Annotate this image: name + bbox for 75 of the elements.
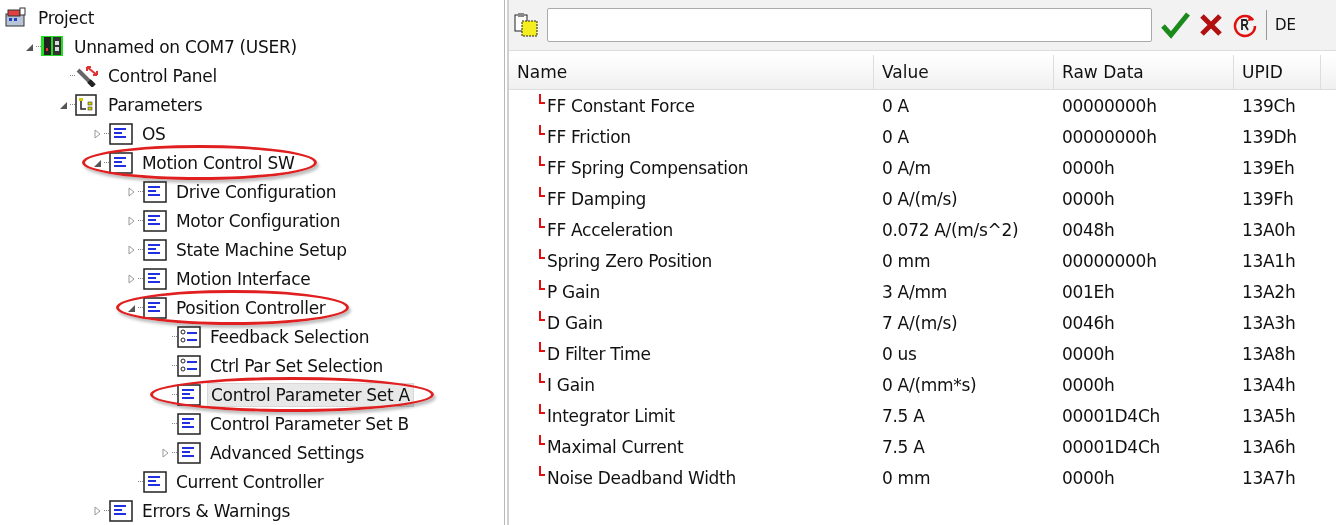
table-cell: Noise Deadband Width: [547, 467, 736, 488]
table-cell: Spring Zero Position: [547, 250, 712, 271]
table-cell: FF Damping: [547, 188, 647, 209]
tree-item[interactable]: Unnamed on COM7 (USER): [71, 35, 300, 58]
table-cell-text: 0000h: [1061, 374, 1116, 395]
table-cell-text: 3 A/mm: [881, 281, 948, 302]
table-cell-text: 7.5 A: [881, 436, 926, 457]
tree-item[interactable]: Errors & Warnings: [139, 499, 293, 522]
table-cell-text: 0000h: [1061, 188, 1116, 209]
tree-item[interactable]: Current Controller: [173, 470, 327, 493]
table-cell-text: 139Eh: [1241, 157, 1296, 178]
table-cell-text: 0046h: [1061, 312, 1116, 333]
toolbar-label[interactable]: DE: [1275, 16, 1297, 34]
table-cell: Integrator Limit: [547, 405, 675, 426]
table-cell-text: 0 A: [881, 95, 910, 116]
table-cell-text: 13A8h: [1241, 343, 1297, 364]
table-cell-text: 0048h: [1061, 219, 1116, 240]
tree-item[interactable]: Motion Control SW: [139, 151, 298, 174]
column-header[interactable]: Value: [874, 55, 1054, 89]
table-cell-text: 13A4h: [1241, 374, 1297, 395]
tree-item[interactable]: Feedback Selection: [207, 325, 373, 348]
table-cell-text: 7 A/(m/s): [881, 312, 959, 333]
table-cell-text: 0 A/m: [881, 157, 932, 178]
table-cell-text: 0000h: [1061, 157, 1116, 178]
tree-item[interactable]: Ctrl Par Set Selection: [207, 354, 386, 377]
tree-item[interactable]: Motor Configuration: [173, 209, 344, 232]
table-cell-text: 13A5h: [1241, 405, 1297, 426]
table-cell-text: 00000000h: [1061, 126, 1158, 147]
table-cell-text: 0000h: [1061, 467, 1116, 488]
tree-item[interactable]: Motion Interface: [173, 267, 314, 290]
tree-item[interactable]: Position Controller: [173, 296, 329, 319]
tree-item[interactable]: OS: [139, 122, 169, 145]
tree-item[interactable]: Control Parameter Set B: [207, 412, 412, 435]
table-cell: P Gain: [547, 281, 600, 302]
tree-item[interactable]: Drive Configuration: [173, 180, 340, 203]
table-cell-text: 13A3h: [1241, 312, 1297, 333]
tree-item[interactable]: Control Panel: [105, 64, 220, 87]
table-cell-text: 13A7h: [1241, 467, 1297, 488]
table-cell: I Gain: [547, 374, 595, 395]
column-header[interactable]: Raw Data: [1054, 55, 1234, 89]
table-cell-text: 0000h: [1061, 343, 1116, 364]
tree-item[interactable]: State Machine Setup: [173, 238, 350, 261]
table-cell: Maximal Current: [547, 436, 684, 457]
table-cell-text: 00001D4Ch: [1061, 436, 1161, 457]
table-cell-text: 139Ch: [1241, 95, 1297, 116]
table-cell-text: 001Eh: [1061, 281, 1116, 302]
table-cell-text: 0 mm: [881, 467, 932, 488]
tree-item[interactable]: Parameters: [105, 93, 206, 116]
table-cell-text: 00000000h: [1061, 95, 1158, 116]
table-cell: D Filter Time: [547, 343, 651, 364]
column-header[interactable]: UPID: [1234, 55, 1321, 89]
table-cell-text: 0 mm: [881, 250, 932, 271]
table-cell-text: 7.5 A: [881, 405, 926, 426]
table-cell: FF Spring Compensation: [547, 157, 749, 178]
tree-item[interactable]: Advanced Settings: [207, 441, 367, 464]
table-cell-text: 0 A: [881, 126, 910, 147]
tree-item[interactable]: Project: [35, 6, 98, 29]
table-cell: D Gain: [547, 312, 603, 333]
table-cell-text: 13A0h: [1241, 219, 1297, 240]
table-cell: FF Acceleration: [547, 219, 674, 240]
table-cell-text: 00000000h: [1061, 250, 1158, 271]
table-cell-text: 0 A/(m/s): [881, 188, 959, 209]
table-cell-text: 139Fh: [1241, 188, 1295, 209]
table-cell-text: 00001D4Ch: [1061, 405, 1161, 426]
column-header[interactable]: Name: [509, 55, 874, 89]
table-cell: FF Constant Force: [547, 95, 695, 116]
table-cell-text: 13A2h: [1241, 281, 1297, 302]
table-cell-text: 0.072 A/(m/s^2): [881, 219, 1020, 240]
table-cell-text: 0 A/(mm*s): [881, 374, 978, 395]
table-cell: FF Friction: [547, 126, 631, 147]
table-cell-text: 139Dh: [1241, 126, 1298, 147]
table-cell-text: 0 us: [881, 343, 918, 364]
table-cell-text: 13A6h: [1241, 436, 1297, 457]
table-cell-text: 13A1h: [1241, 250, 1297, 271]
tree-item[interactable]: Control Parameter Set A: [207, 382, 414, 407]
